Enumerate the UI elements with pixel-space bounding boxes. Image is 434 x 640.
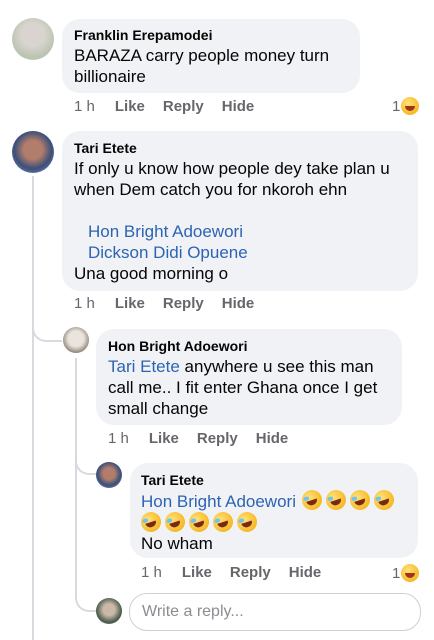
like-button[interactable]: Like [115,98,145,115]
mention-link[interactable]: Tari Etete [108,357,180,376]
haha-reaction-icon [401,564,420,582]
comment-text: when Dem catch you for nkoroh ehn [74,180,348,199]
laughing-emoji-icon [138,509,164,535]
comment-author[interactable]: Tari Etete [74,139,137,157]
avatar[interactable] [12,18,54,60]
haha-reaction-icon [401,97,420,115]
reply-button[interactable]: Reply [230,564,271,581]
comment-text: Tari Etete anywhere u see this man [108,356,374,377]
comment-text-inline: anywhere u see this man [179,357,374,376]
comment-author[interactable]: Tari Etete [141,471,204,489]
comment-time: 1 h [74,98,95,115]
current-user-avatar [96,598,122,624]
reply-button[interactable]: Reply [163,98,204,115]
comment-text: Hon Bright Adoewori [141,487,398,513]
thread-connector [75,455,97,475]
like-button[interactable]: Like [182,564,212,581]
comment-text: billionaire [74,67,146,86]
comment-actions: 1 h Like Reply Hide [108,430,288,447]
laughing-emoji-icon [347,487,373,513]
hide-button[interactable]: Hide [222,98,255,115]
thread-line-nested [75,358,77,600]
comment-text: BARAZA carry people money turn [74,46,330,65]
comment-time: 1 h [74,295,95,312]
mention-link[interactable]: Hon Bright Adoewori [88,221,243,242]
comment-actions: 1 h Like Reply Hide [74,98,254,115]
laughing-emoji-icon [210,509,236,535]
hide-button[interactable]: Hide [289,564,322,581]
hide-button[interactable]: Hide [256,430,289,447]
thread-connector [32,320,62,342]
reaction-count[interactable]: 1 [392,97,420,115]
laughing-emoji-icon [162,509,188,535]
reply-button[interactable]: Reply [197,430,238,447]
reaction-count[interactable]: 1 [392,564,420,582]
comment-actions: 1 h Like Reply Hide [74,295,254,312]
reply-input[interactable]: Write a reply... [129,593,421,631]
like-button[interactable]: Like [115,295,145,312]
comment-time: 1 h [141,564,162,581]
comment-text: If only u know how people dey take plan … [74,159,390,178]
laughing-emoji-icon [234,509,260,535]
reply-button[interactable]: Reply [163,295,204,312]
laughing-emoji-icon [323,487,349,513]
laughing-emoji-icon [299,487,325,513]
mention-link[interactable]: Dickson Didi Opuene [88,242,248,263]
comment-author[interactable]: Franklin Erepamodei [74,26,212,44]
comment-actions: 1 h Like Reply Hide [141,564,321,581]
laughing-emoji-icon [371,487,397,513]
reaction-count-label: 1 [392,97,401,115]
like-button[interactable]: Like [149,430,179,447]
comment-time: 1 h [108,430,129,447]
avatar[interactable] [96,462,122,488]
comment-text: small change [108,399,209,418]
mention-link[interactable]: Hon Bright Adoewori [141,492,296,511]
comment-text: call me.. I fit enter Ghana once I get [108,378,378,397]
avatar[interactable] [12,131,54,173]
emoji-row [138,509,261,535]
avatar[interactable] [63,327,89,353]
reaction-count-label: 1 [392,564,401,582]
hide-button[interactable]: Hide [222,295,255,312]
comment-text: Una good morning o [74,264,229,283]
comment-text: No wham [141,534,213,553]
thread-line [32,176,34,640]
comment-author[interactable]: Hon Bright Adoewori [108,337,247,355]
thread-connector [75,588,97,612]
laughing-emoji-icon [186,509,212,535]
